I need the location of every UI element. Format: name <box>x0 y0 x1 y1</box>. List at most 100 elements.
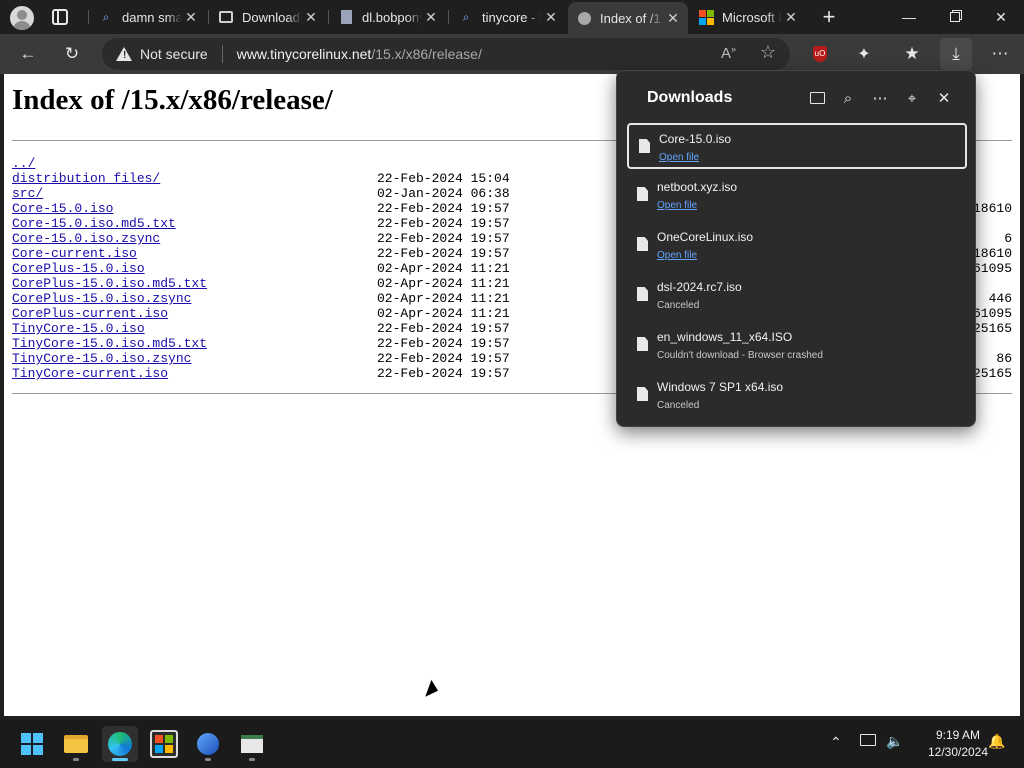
file-link[interactable]: ../ <box>12 156 35 171</box>
download-item[interactable]: dsl-2024.rc7.iso Canceled <box>627 273 967 319</box>
file-date: 22-Feb-2024 19:57 <box>377 366 510 381</box>
file-link[interactable]: Core-15.0.iso <box>12 201 113 216</box>
store-bag-icon <box>150 730 178 758</box>
open-file-link[interactable]: Open file <box>659 152 699 163</box>
file-link[interactable]: TinyCore-current.iso <box>12 366 168 381</box>
close-icon[interactable]: ✕ <box>542 9 560 26</box>
microsoft-logo-icon <box>698 9 714 25</box>
favorites-icon[interactable]: ★ <box>896 38 928 70</box>
read-aloud-icon[interactable]: A» <box>721 44 736 62</box>
store-button[interactable] <box>146 726 182 762</box>
download-filename: en_windows_11_x64.ISO <box>657 330 793 344</box>
edge-button[interactable] <box>102 726 138 762</box>
tab-damn-small[interactable]: ⌕ damn small ✕ <box>90 2 206 32</box>
url-host[interactable]: www.tinycorelinux.net <box>237 46 372 62</box>
folder-icon <box>64 735 88 753</box>
new-tab-button[interactable]: + <box>816 4 842 30</box>
start-button[interactable] <box>14 726 50 762</box>
url-path[interactable]: /15.x/x86/release/ <box>371 46 482 62</box>
app-button[interactable] <box>190 726 226 762</box>
download-item[interactable]: en_windows_11_x64.ISO Couldn't download -… <box>627 323 967 369</box>
more-menu-icon[interactable]: ⋯ <box>984 38 1016 70</box>
tab-tinycore-search[interactable]: ⌕ tinycore - S ✕ <box>450 2 566 32</box>
file-date: 22-Feb-2024 19:57 <box>377 231 510 246</box>
clock-time[interactable]: 9:19 AM <box>920 728 996 742</box>
file-date: 02-Apr-2024 11:21 <box>377 261 510 276</box>
file-size: 18610 <box>972 201 1012 216</box>
download-status: Canceled <box>657 300 700 311</box>
file-link[interactable]: CorePlus-15.0.iso <box>12 261 145 276</box>
tab-dl-bobpony[interactable]: dl.bobpony ✕ <box>330 2 446 32</box>
security-label[interactable]: Not secure <box>140 46 208 62</box>
favorite-star-icon[interactable]: ☆ <box>760 42 776 63</box>
search-icon[interactable]: ⌕ <box>835 87 861 109</box>
volume-muted-icon[interactable]: 🔈 <box>886 733 903 750</box>
close-icon[interactable]: ✕ <box>302 9 320 26</box>
feather-app-icon <box>197 733 219 755</box>
tab-title: dl.bobpony <box>362 9 422 25</box>
page-icon <box>338 9 354 25</box>
close-window-button[interactable]: ✕ <box>978 0 1024 34</box>
file-size: 25165 <box>972 366 1012 381</box>
file-link[interactable]: TinyCore-15.0.iso.zsync <box>12 351 191 366</box>
downloads-button[interactable]: ⤓ <box>940 38 972 70</box>
file-link[interactable]: src/ <box>12 186 43 201</box>
tab-actions-icon[interactable] <box>52 9 68 25</box>
file-icon <box>637 287 648 301</box>
tab-title: Index of /1 <box>600 10 661 26</box>
file-link[interactable]: distribution_files/ <box>12 171 160 186</box>
close-icon[interactable]: ✕ <box>182 9 200 26</box>
mouse-cursor-icon <box>425 679 441 701</box>
downloads-flyout: Downloads ⌕ ⋯ ⌖ ✕ Core-15.0.iso Open file… <box>616 70 976 427</box>
download-item[interactable]: OneCoreLinux.iso Open file <box>627 223 967 269</box>
address-bar[interactable]: ! Not secure www.tinycorelinux.net/15.x/… <box>102 38 790 70</box>
tab-bar: ⌕ damn small ✕ Downloads ✕ dl.bobpony ✕ … <box>0 0 1024 34</box>
minimize-button[interactable]: — <box>886 0 932 34</box>
file-link[interactable]: CorePlus-current.iso <box>12 306 168 321</box>
chevron-up-icon[interactable]: ⌃ <box>830 734 842 751</box>
tab-index-of[interactable]: Index of /1 ✕ <box>568 2 688 34</box>
file-link[interactable]: Core-15.0.iso.md5.txt <box>12 216 176 231</box>
file-explorer-button[interactable] <box>58 726 94 762</box>
file-size: 18610 <box>972 246 1012 261</box>
more-options-icon[interactable]: ⋯ <box>867 87 893 109</box>
tab-downloads[interactable]: Downloads ✕ <box>210 2 326 32</box>
close-icon[interactable]: ✕ <box>782 9 800 26</box>
back-button[interactable]: ← <box>12 38 44 70</box>
tab-microsoft-edge[interactable]: Microsoft E ✕ <box>690 2 806 32</box>
file-link[interactable]: TinyCore-15.0.iso <box>12 321 145 336</box>
ublock-extension-icon[interactable]: uO <box>804 38 836 70</box>
download-status: Couldn't download - Browser crashed <box>657 350 823 361</box>
download-filename: Core-15.0.iso <box>659 132 732 146</box>
app-window-button[interactable] <box>234 726 270 762</box>
network-icon[interactable] <box>860 734 876 746</box>
open-file-link[interactable]: Open file <box>657 250 697 261</box>
download-filename: dsl-2024.rc7.iso <box>657 280 742 294</box>
warning-icon[interactable]: ! <box>116 47 132 61</box>
close-icon[interactable]: ✕ <box>664 10 682 27</box>
file-link[interactable]: CorePlus-15.0.iso.md5.txt <box>12 276 207 291</box>
notification-bell-icon[interactable]: 🔔 <box>988 733 1005 750</box>
taskbar: ⌃ 🔈 9:19 AM 12/30/2024 🔔 <box>0 720 1024 768</box>
extensions-icon[interactable]: ✦ <box>848 38 880 70</box>
close-icon[interactable]: ✕ <box>931 87 957 109</box>
close-icon[interactable]: ✕ <box>422 9 440 26</box>
file-date: 22-Feb-2024 19:57 <box>377 351 510 366</box>
refresh-button[interactable]: ↻ <box>56 38 88 70</box>
download-filename: Windows 7 SP1 x64.iso <box>657 380 784 394</box>
clock-date[interactable]: 12/30/2024 <box>920 745 996 759</box>
page-icon <box>576 10 592 26</box>
profile-avatar[interactable] <box>10 6 34 30</box>
file-link[interactable]: TinyCore-15.0.iso.md5.txt <box>12 336 207 351</box>
search-icon: ⌕ <box>462 9 470 24</box>
file-link[interactable]: Core-15.0.iso.zsync <box>12 231 160 246</box>
download-item[interactable]: netboot.xyz.iso Open file <box>627 173 967 219</box>
file-link[interactable]: CorePlus-15.0.iso.zsync <box>12 291 191 306</box>
open-file-link[interactable]: Open file <box>657 200 697 211</box>
open-folder-icon[interactable] <box>804 87 830 109</box>
pin-icon[interactable]: ⌖ <box>899 87 925 109</box>
file-link[interactable]: Core-current.iso <box>12 246 137 261</box>
download-item[interactable]: Core-15.0.iso Open file <box>627 123 967 169</box>
restore-button[interactable] <box>932 0 978 34</box>
download-item[interactable]: Windows 7 SP1 x64.iso Canceled <box>627 373 967 419</box>
